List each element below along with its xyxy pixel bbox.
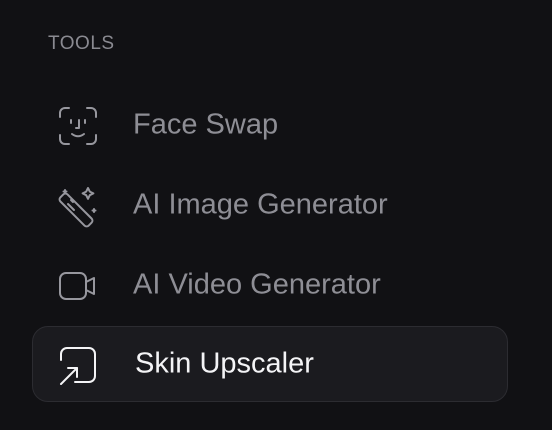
sidebar-item-label: Skin Upscaler [135, 347, 314, 380]
sidebar-item-label: Face Swap [133, 108, 279, 141]
sidebar-item-skin-upscaler[interactable]: Skin Upscaler [32, 326, 508, 402]
sidebar-item-face-swap[interactable]: Face Swap [32, 87, 508, 163]
magic-wand-icon [56, 184, 100, 228]
sidebar-item-ai-image-generator[interactable]: AI Image Generator [32, 167, 508, 243]
upscale-icon [57, 344, 101, 388]
sidebar-item-ai-video-generator[interactable]: AI Video Generator [32, 247, 508, 323]
section-heading-tools: TOOLS [48, 33, 115, 54]
face-scan-icon [56, 104, 100, 148]
sidebar-item-label: AI Image Generator [133, 188, 388, 221]
sidebar: TOOLS Face Swap AI Image Generator AI Vi… [0, 0, 552, 430]
video-camera-icon [56, 264, 100, 308]
sidebar-item-label: AI Video Generator [133, 268, 381, 301]
